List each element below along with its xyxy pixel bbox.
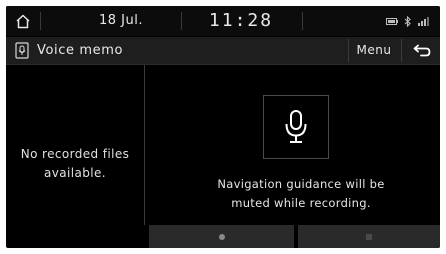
recorder-panel: Navigation guidance will be muted while … <box>145 65 440 248</box>
record-icon <box>218 233 225 240</box>
empty-message-line: available. <box>44 166 106 180</box>
notice-line: muted while recording. <box>231 196 371 210</box>
recordings-list: No recorded files available. <box>6 65 144 248</box>
battery-icon <box>386 17 398 25</box>
back-button[interactable] <box>401 39 440 62</box>
status-bar: 18 Jul. 11:28 <box>6 6 440 36</box>
status-separator <box>40 12 41 30</box>
status-clock: 11:28 <box>208 10 274 31</box>
microphone-indicator <box>263 95 329 159</box>
head-unit-screen: 18 Jul. 11:28 Voice memo Menu No recorde… <box>6 6 440 248</box>
empty-list-message: No recorded files available. <box>6 145 144 183</box>
menu-button[interactable]: Menu <box>348 39 399 62</box>
voice-memo-app-icon <box>15 42 29 59</box>
record-button[interactable] <box>149 225 294 248</box>
status-date: 18 Jul. <box>99 13 143 28</box>
stop-icon <box>366 233 372 240</box>
title-bar: Voice memo Menu <box>6 37 440 65</box>
stop-button[interactable] <box>298 225 440 248</box>
empty-message-line: No recorded files <box>20 147 130 161</box>
page-title: Voice memo <box>37 43 124 58</box>
microphone-icon <box>285 110 307 143</box>
recorder-controls <box>149 225 440 248</box>
back-arrow-icon <box>413 44 430 57</box>
notice-line: Navigation guidance will be <box>217 177 385 191</box>
home-button[interactable] <box>6 6 40 36</box>
status-separator <box>181 12 182 30</box>
recording-notice: Navigation guidance will be muted while … <box>165 175 437 213</box>
status-icons <box>386 6 430 36</box>
status-separator <box>302 12 303 30</box>
home-icon <box>16 14 30 28</box>
signal-icon <box>418 16 429 26</box>
bluetooth-icon <box>404 15 411 27</box>
